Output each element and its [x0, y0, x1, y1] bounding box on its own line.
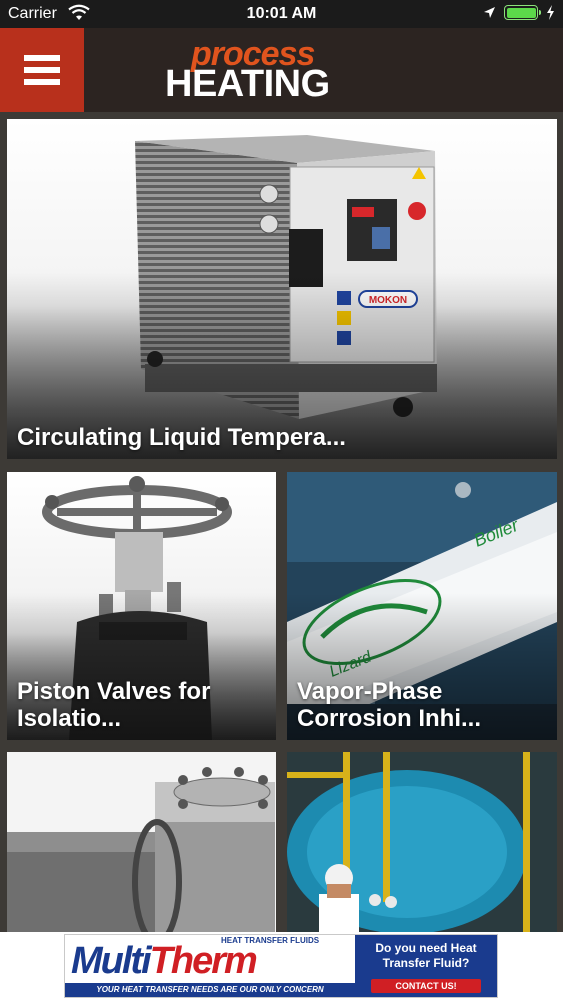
article-title: Vapor-Phase Corrosion Inhi...: [297, 678, 481, 732]
status-bar: Carrier 10:01 AM: [0, 0, 563, 28]
battery-icon: [504, 5, 541, 20]
location-arrow-icon: [484, 7, 495, 18]
flanged-fitting-image: [7, 752, 276, 932]
ad-brand-pre: Multi: [71, 940, 152, 982]
menu-button[interactable]: [0, 28, 84, 112]
battery-fill: [506, 7, 536, 18]
article-tile-piston-valves[interactable]: Piston Valves for Isolatio...: [7, 472, 276, 740]
article-tile-vapor-phase-corrosion[interactable]: Boiler Lizard Vapor-Phase Corrosion Inhi…: [287, 472, 557, 740]
multitherm-ad-banner[interactable]: HEAT TRANSFER FLUIDS MultiTherm YOUR HEA…: [64, 934, 498, 998]
clock: 10:01 AM: [246, 5, 317, 22]
article-title: Circulating Liquid Tempera...: [17, 424, 346, 451]
article-title: Piston Valves for Isolatio...: [17, 678, 211, 732]
boiler-plant-image: [287, 752, 557, 932]
article-tile-4[interactable]: [7, 752, 276, 932]
ad-contact-button[interactable]: CONTACT US!: [371, 979, 481, 993]
ad-cta-area: Do you need Heat Transfer Fluid? CONTACT…: [355, 935, 497, 997]
app-header: process HEATING: [0, 28, 563, 112]
article-tile-5[interactable]: [287, 752, 557, 932]
ad-bar: HEAT TRANSFER FLUIDS MultiTherm YOUR HEA…: [0, 932, 563, 1000]
ad-brand-area: HEAT TRANSFER FLUIDS MultiTherm YOUR HEA…: [65, 935, 355, 997]
hamburger-menu-icon: [24, 55, 60, 85]
ad-brand-post: Therm: [149, 940, 258, 982]
logo-heating-text: HEATING: [165, 63, 330, 105]
charging-bolt-icon: [547, 5, 554, 20]
ad-brand-name: MultiTherm: [71, 940, 258, 982]
ad-question: Do you need Heat Transfer Fluid?: [375, 941, 477, 970]
article-tile-circulating-liquid[interactable]: MOKON Circulating Liquid Tempera...: [7, 119, 557, 459]
process-heating-logo[interactable]: process HEATING: [165, 36, 405, 106]
ad-tagline-bottom: YOUR HEAT TRANSFER NEEDS ARE OUR ONLY CO…: [65, 983, 355, 997]
